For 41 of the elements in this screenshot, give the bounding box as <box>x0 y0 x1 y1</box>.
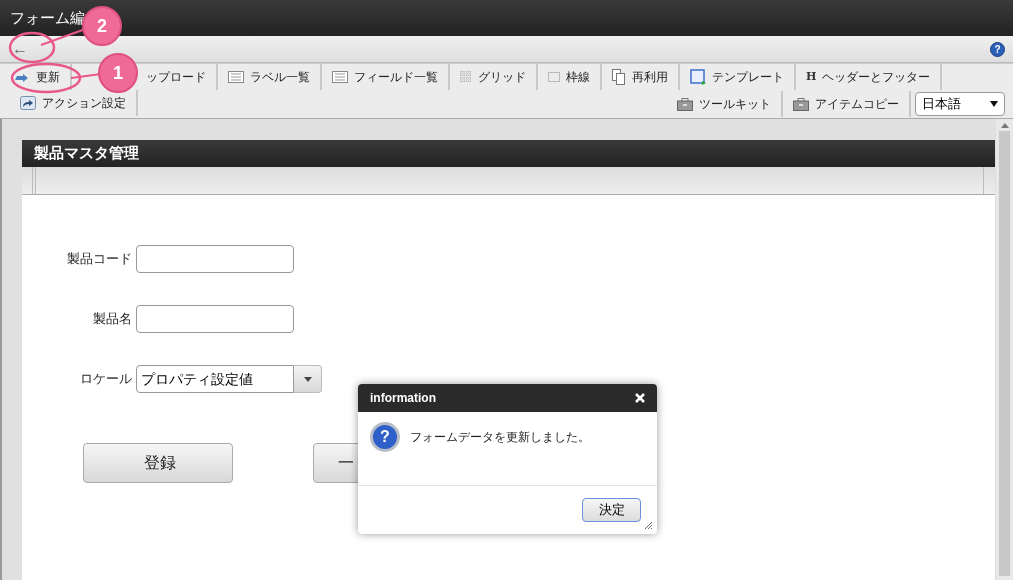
toolbar-tab[interactable]: アイテムコピー <box>815 95 899 113</box>
grid-icon <box>460 71 472 83</box>
field-label: 製品名 <box>92 310 132 329</box>
template-icon <box>690 69 706 85</box>
ok-button[interactable]: 決定 <box>582 498 641 522</box>
toolbar-tab[interactable]: フィールド一覧 <box>354 68 438 86</box>
toolbar-tab[interactable]: ツールキット <box>699 95 771 113</box>
question-icon: ? <box>370 422 400 452</box>
toolbar-tab[interactable]: 枠線 <box>566 68 590 86</box>
toolbar-tab[interactable]: 再利用 <box>632 68 668 86</box>
arrow-icon <box>14 71 30 83</box>
dialog-message: フォームデータを更新しました。 <box>410 429 590 446</box>
list-icon <box>332 71 348 83</box>
field-label: ロケール <box>79 370 132 389</box>
toolbar-tab[interactable]: グリッド <box>478 68 526 86</box>
panel-title: 製品マスタ管理 <box>34 143 139 164</box>
help-button[interactable]: ? <box>990 41 1005 57</box>
toolbar-tab[interactable]: ヘッダーとフッター <box>822 68 931 86</box>
text-field[interactable] <box>136 245 294 273</box>
close-icon[interactable] <box>635 393 645 403</box>
toolbar-tab[interactable]: テンプレート <box>712 68 784 86</box>
header-icon: H <box>806 68 817 86</box>
dialog-title: information <box>370 390 436 407</box>
dropdown-arrow-icon <box>303 376 312 382</box>
briefcase-icon <box>793 97 809 111</box>
text-field[interactable] <box>136 305 294 333</box>
toolbar-tab[interactable]: アクション設定 <box>42 94 126 112</box>
briefcase-icon <box>677 97 693 111</box>
toolbar-tab[interactable]: ップロード <box>146 68 206 86</box>
form-button[interactable]: 登録 <box>83 443 233 483</box>
dropdown-arrow-icon <box>990 101 998 107</box>
field-label: 製品コード <box>66 250 132 269</box>
action-icon <box>20 96 36 110</box>
border-icon <box>548 72 560 82</box>
toolbar-tab[interactable]: 更新 <box>36 68 60 86</box>
toolbar-tab[interactable]: ラベル一覧 <box>250 68 310 86</box>
scrollbar-thumb[interactable] <box>999 131 1010 576</box>
list-icon <box>228 71 244 83</box>
language-select[interactable]: 日本語 <box>915 92 1005 116</box>
resize-grip-icon <box>643 520 653 530</box>
copy-icon <box>612 69 626 85</box>
